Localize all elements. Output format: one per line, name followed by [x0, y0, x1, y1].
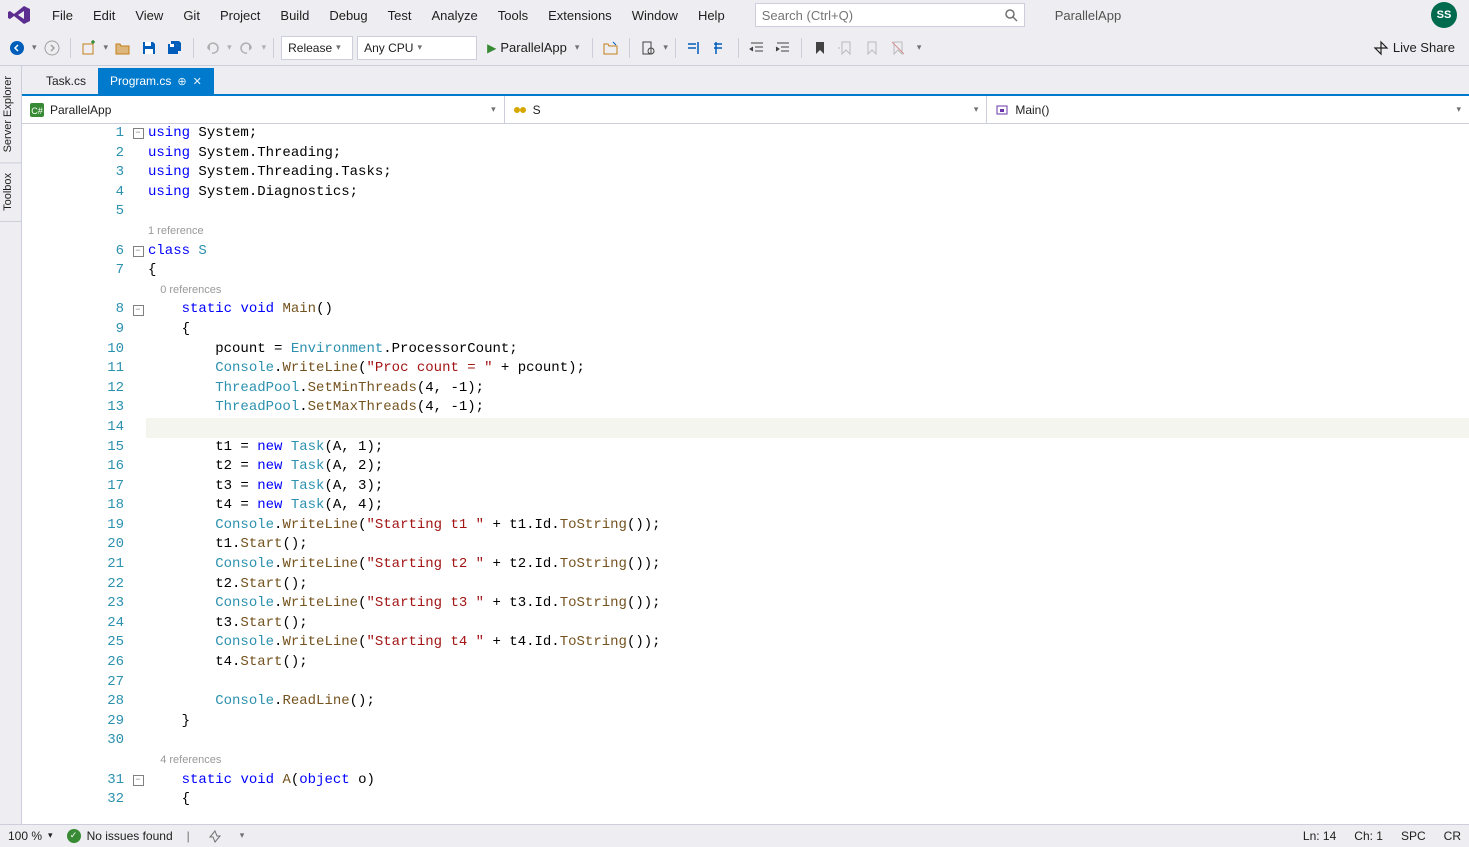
menu-edit[interactable]: Edit — [83, 4, 125, 27]
fold-toggle[interactable]: − — [133, 305, 144, 316]
menu-test[interactable]: Test — [378, 4, 422, 27]
vs-logo-icon — [4, 5, 34, 25]
prev-bookmark-button[interactable] — [835, 37, 857, 59]
code-content[interactable]: using System;using System.Threading;usin… — [146, 124, 1469, 824]
save-button[interactable] — [138, 37, 160, 59]
increase-indent-button[interactable] — [772, 37, 794, 59]
menu-git[interactable]: Git — [173, 4, 210, 27]
fold-toggle[interactable]: − — [133, 128, 144, 139]
browse-button[interactable] — [600, 37, 622, 59]
menu-debug[interactable]: Debug — [319, 4, 377, 27]
bookmark-button[interactable] — [809, 37, 831, 59]
side-tool-tabs: Server Explorer Toolbox — [0, 66, 22, 824]
method-icon — [995, 103, 1009, 117]
nav-back-button[interactable] — [6, 37, 28, 59]
redo-button[interactable] — [236, 37, 258, 59]
pin-icon[interactable]: ⊕ — [177, 75, 186, 88]
line-number-gutter: 1234567891011121314151617181920212223242… — [22, 124, 130, 824]
menu-help[interactable]: Help — [688, 4, 735, 27]
start-debug-button[interactable]: ▶ParallelApp▾ — [481, 36, 585, 60]
undo-button[interactable] — [201, 37, 223, 59]
csharp-project-icon: C# — [30, 103, 44, 117]
codelens[interactable]: 0 references — [146, 281, 1469, 301]
clear-bookmarks-button[interactable] — [887, 37, 909, 59]
user-avatar[interactable]: SS — [1431, 2, 1457, 28]
menu-tools[interactable]: Tools — [488, 4, 538, 27]
document-tabs: Task.cs Program.cs ⊕ ✕ — [22, 66, 1469, 96]
solution-platform-dropdown[interactable]: Any CPU▾ — [357, 36, 477, 60]
search-input[interactable] — [762, 8, 1004, 23]
menu-analyze[interactable]: Analyze — [421, 4, 487, 27]
menu-project[interactable]: Project — [210, 4, 270, 27]
server-explorer-tab[interactable]: Server Explorer — [0, 66, 21, 163]
fold-column: − − − − — [130, 124, 146, 824]
close-icon[interactable]: ✕ — [193, 75, 202, 88]
code-editor[interactable]: 1234567891011121314151617181920212223242… — [22, 124, 1469, 824]
decrease-indent-button[interactable] — [746, 37, 768, 59]
open-file-button[interactable] — [112, 37, 134, 59]
comment-button[interactable] — [683, 37, 705, 59]
next-bookmark-button[interactable] — [861, 37, 883, 59]
search-icon — [1004, 8, 1018, 22]
codelens[interactable]: 4 references — [146, 751, 1469, 771]
codelens[interactable]: 1 reference — [146, 222, 1469, 242]
menu-items: FileEditViewGitProjectBuildDebugTestAnal… — [42, 4, 735, 27]
find-in-files-button[interactable] — [637, 37, 659, 59]
toolbox-tab[interactable]: Toolbox — [0, 163, 21, 222]
zoom-level[interactable]: 100 %▾ — [8, 829, 53, 843]
menu-file[interactable]: File — [42, 4, 83, 27]
cursor-char: Ch: 1 — [1354, 829, 1383, 843]
check-icon: ✓ — [67, 829, 81, 843]
menu-window[interactable]: Window — [622, 4, 688, 27]
cursor-line: Ln: 14 — [1303, 829, 1336, 843]
editor-status-bar: 100 %▾ ✓ No issues found | ▾ Ln: 14 Ch: … — [0, 824, 1469, 846]
solution-config-dropdown[interactable]: Release▾ — [281, 36, 353, 60]
svg-text:C#: C# — [31, 106, 43, 116]
health-indicator-icon[interactable] — [204, 825, 226, 847]
project-combo[interactable]: C# ParallelApp▾ — [22, 96, 505, 123]
fold-toggle[interactable]: − — [133, 775, 144, 786]
save-all-button[interactable] — [164, 37, 186, 59]
menu-bar: FileEditViewGitProjectBuildDebugTestAnal… — [0, 0, 1469, 30]
line-ending[interactable]: CR — [1444, 829, 1461, 843]
member-combo[interactable]: Main()▾ — [987, 96, 1469, 123]
menu-build[interactable]: Build — [270, 4, 319, 27]
standard-toolbar: ▾ ▾ ▾ ▾ Release▾ Any CPU▾ ▶ParallelApp▾ … — [0, 30, 1469, 66]
menu-extensions[interactable]: Extensions — [538, 4, 622, 27]
indent-mode[interactable]: SPC — [1401, 829, 1426, 843]
nav-forward-button[interactable] — [41, 37, 63, 59]
class-icon — [513, 103, 527, 117]
navigation-bar: C# ParallelApp▾ S▾ Main()▾ — [22, 96, 1469, 124]
class-combo[interactable]: S▾ — [505, 96, 988, 123]
solution-title: ParallelApp — [1055, 8, 1122, 23]
menu-view[interactable]: View — [125, 4, 173, 27]
tab-task-cs[interactable]: Task.cs — [34, 68, 98, 94]
quick-search[interactable] — [755, 3, 1025, 27]
new-project-button[interactable] — [78, 37, 100, 59]
fold-toggle[interactable]: − — [133, 246, 144, 257]
uncomment-button[interactable] — [709, 37, 731, 59]
issues-indicator[interactable]: ✓ No issues found — [67, 829, 173, 843]
tab-program-cs[interactable]: Program.cs ⊕ ✕ — [98, 68, 214, 94]
live-share-button[interactable]: Live Share — [1365, 40, 1463, 56]
